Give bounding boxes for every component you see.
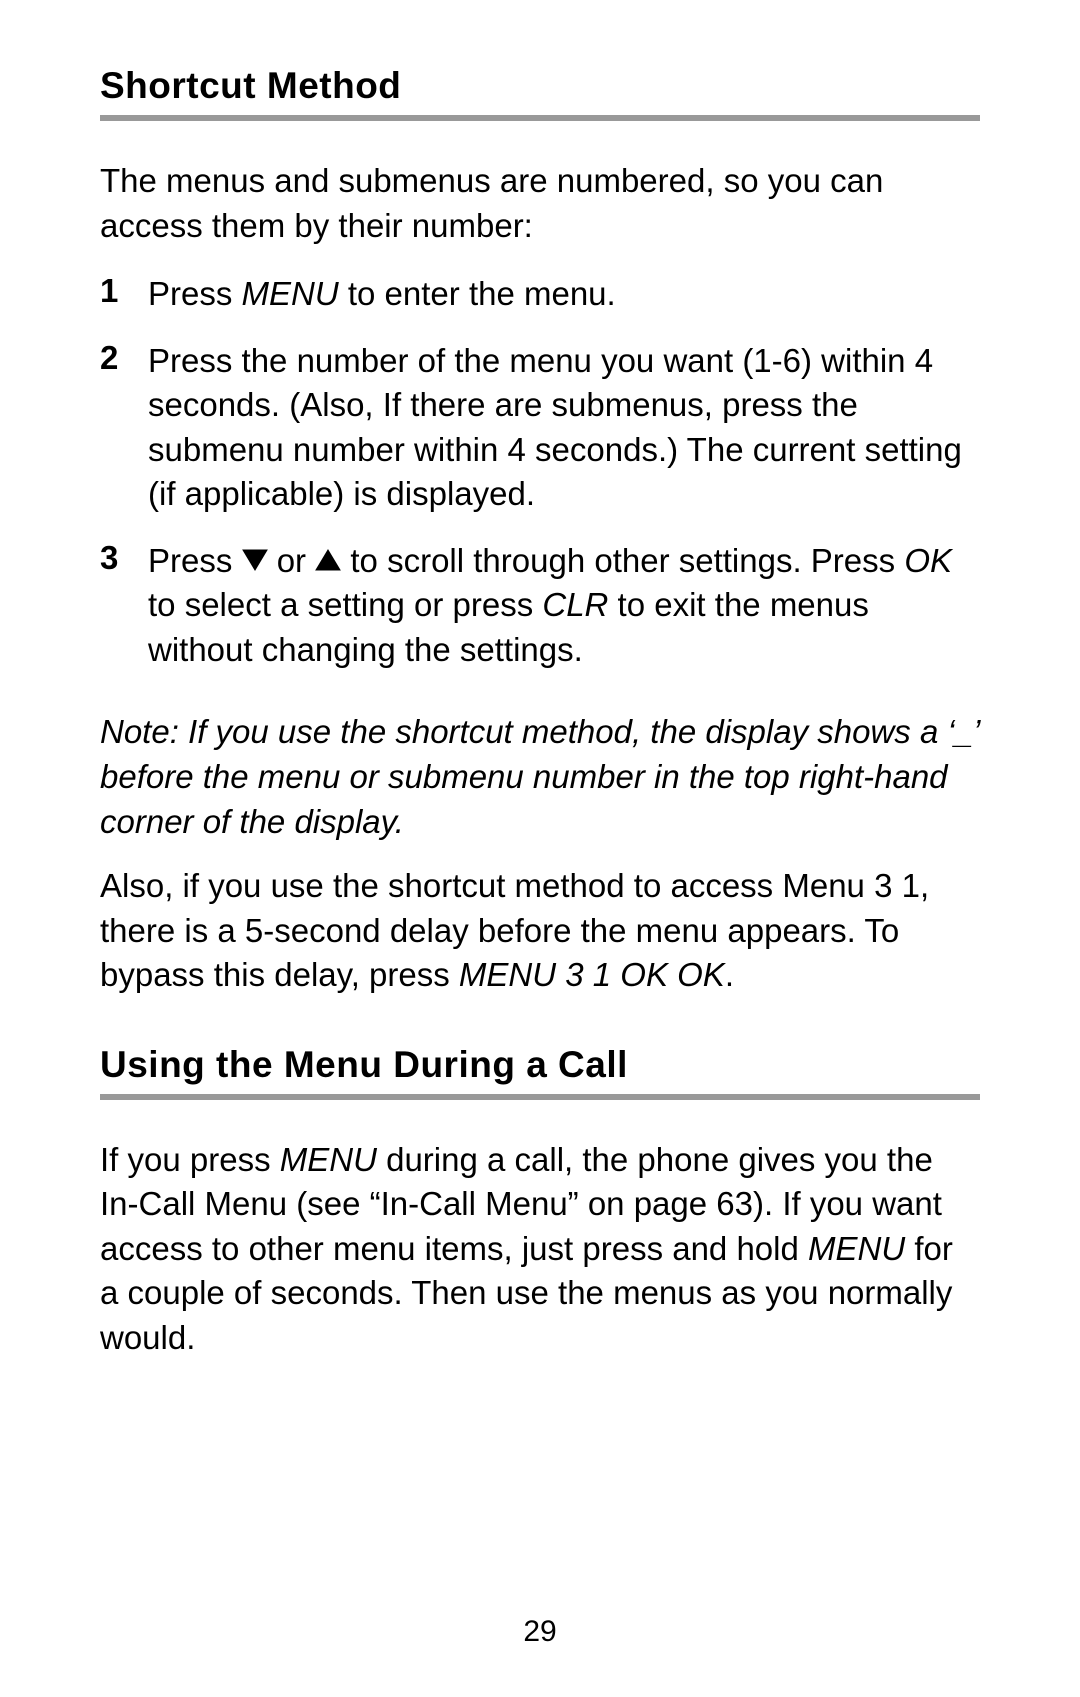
heading-using-menu-during-call: Using the Menu During a Call [100,1044,980,1086]
heading-shortcut-method: Shortcut Method [100,65,980,107]
key-ok: OK [904,542,952,579]
body-paragraph: If you press MENU during a call, the pho… [100,1138,980,1361]
step-text: Press or to scroll through other setting… [148,539,980,673]
down-triangle-icon [242,549,268,571]
heading-rule [100,1094,980,1100]
step-3: 3 Press or to scroll through other setti… [100,539,980,673]
up-triangle-icon [315,549,341,571]
steps-list: 1 Press MENU to enter the menu. 2 Press … [100,272,980,672]
step-text: Press the number of the menu you want (1… [148,339,980,517]
key-menu: MENU [808,1230,905,1267]
key-clr: CLR [542,586,608,623]
step-number: 2 [100,339,148,377]
intro-paragraph: The menus and submenus are numbered, so … [100,159,980,248]
also-paragraph: Also, if you use the shortcut method to … [100,864,980,998]
heading-rule [100,115,980,121]
key-menu: MENU [280,1141,377,1178]
section-shortcut-method: Shortcut Method The menus and submenus a… [100,65,980,998]
step-1: 1 Press MENU to enter the menu. [100,272,980,317]
key-menu: MENU [242,275,339,312]
page-number: 29 [0,1615,1080,1649]
step-2: 2 Press the number of the menu you want … [100,339,980,517]
step-number: 1 [100,272,148,310]
step-number: 3 [100,539,148,577]
section-using-menu-during-call: Using the Menu During a Call If you pres… [100,1044,980,1361]
note-paragraph: Note: If you use the shortcut method, th… [100,710,980,844]
step-text: Press MENU to enter the menu. [148,272,616,317]
key-sequence: MENU 3 1 OK OK [459,956,725,993]
